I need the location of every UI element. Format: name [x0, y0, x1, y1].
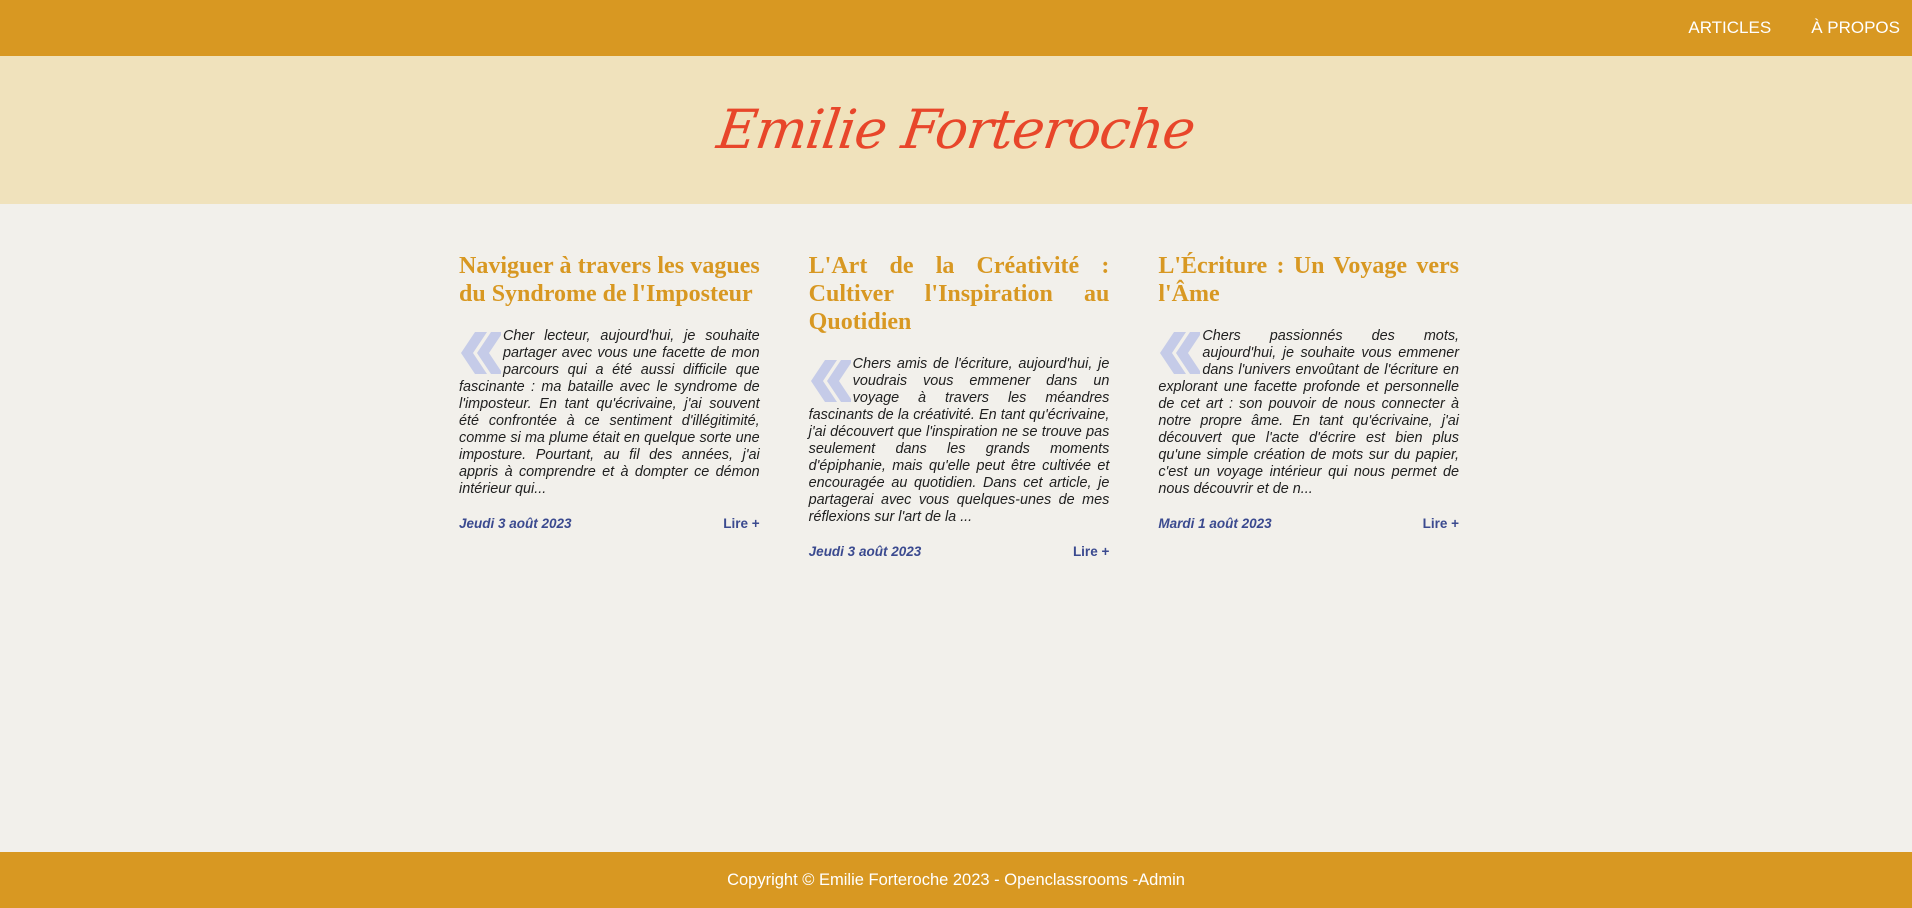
- article-excerpt-text: Chers passionnés des mots, aujourd'hui, …: [1158, 328, 1460, 497]
- quote-icon: [453, 328, 501, 378]
- article-footer: Jeudi 3 août 2023 Lire +: [459, 516, 760, 531]
- read-more-link[interactable]: Lire +: [723, 516, 759, 531]
- article-excerpt: Chers amis de l'écriture, aujourd'hui, j…: [809, 356, 1110, 526]
- quote-icon: [1152, 328, 1201, 378]
- article-date: Jeudi 3 août 2023: [808, 544, 922, 559]
- article-excerpt-text: Chers amis de l'écriture, aujourd'hui, j…: [808, 356, 1110, 525]
- article-date: Jeudi 3 août 2023: [459, 516, 572, 531]
- quote-icon: [803, 356, 851, 406]
- article-title[interactable]: L'Écriture : Un Voyage vers l'Âme: [1158, 252, 1459, 308]
- article-excerpt: Cher lecteur, aujourd'hui, je souhaite p…: [459, 328, 760, 498]
- articles-list: Naviguer à travers les vagues du Syndrom…: [459, 252, 1459, 559]
- article-footer: Jeudi 3 août 2023 Lire +: [809, 544, 1110, 559]
- article-excerpt-text: Cher lecteur, aujourd'hui, je souhaite p…: [459, 328, 760, 497]
- article-excerpt: Chers passionnés des mots, aujourd'hui, …: [1158, 328, 1459, 498]
- article-date: Mardi 1 août 2023: [1158, 516, 1272, 531]
- main-nav: ARTICLES À PROPOS: [1688, 0, 1912, 56]
- copyright-text: Copyright © Emilie Forteroche 2023 - Ope…: [727, 870, 1139, 889]
- article-footer: Mardi 1 août 2023 Lire +: [1158, 516, 1459, 531]
- article-card: L'Art de la Créativité : Cultiver l'Insp…: [809, 252, 1110, 559]
- article-title[interactable]: L'Art de la Créativité : Cultiver l'Insp…: [809, 252, 1110, 336]
- article-title[interactable]: Naviguer à travers les vagues du Syndrom…: [459, 252, 760, 308]
- site-header: Emilie Forteroche: [0, 56, 1912, 204]
- nav-link-about[interactable]: À PROPOS: [1811, 18, 1900, 38]
- nav-link-articles[interactable]: ARTICLES: [1688, 18, 1771, 38]
- admin-link[interactable]: Admin: [1138, 871, 1185, 890]
- read-more-link[interactable]: Lire +: [1073, 544, 1109, 559]
- site-title[interactable]: Emilie Forteroche: [0, 98, 1912, 161]
- top-navbar: ARTICLES À PROPOS: [0, 0, 1912, 56]
- article-card: Naviguer à travers les vagues du Syndrom…: [459, 252, 760, 559]
- site-footer: Copyright © Emilie Forteroche 2023 - Ope…: [0, 852, 1912, 908]
- read-more-link[interactable]: Lire +: [1423, 516, 1459, 531]
- article-card: L'Écriture : Un Voyage vers l'Âme Chers …: [1158, 252, 1459, 559]
